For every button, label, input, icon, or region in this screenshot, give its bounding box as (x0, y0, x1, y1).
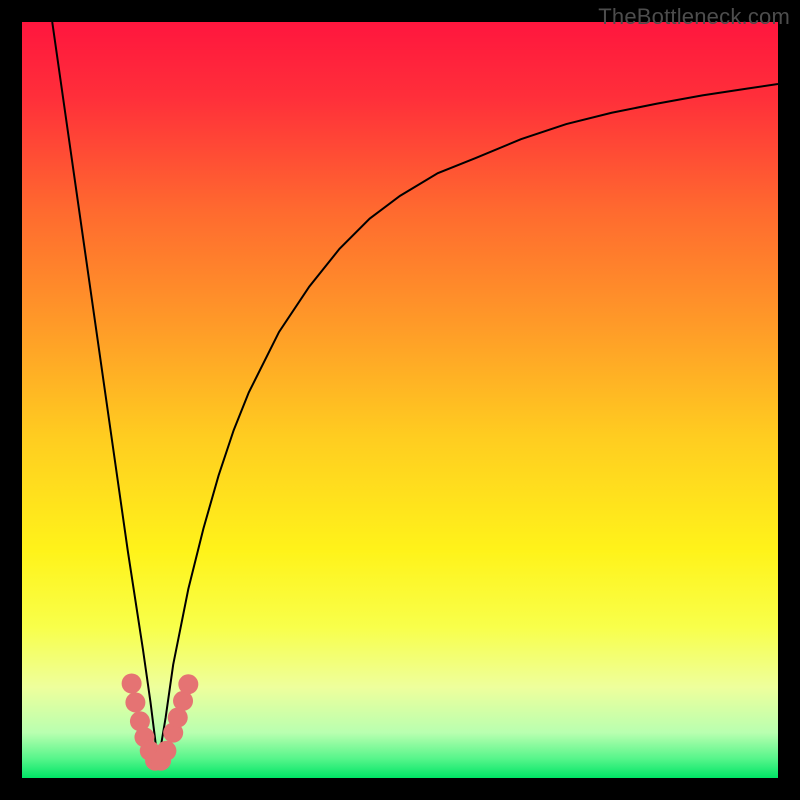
chart-plot-area (22, 22, 778, 778)
watermark-text: TheBottleneck.com (598, 4, 790, 30)
marker-dot (178, 674, 198, 694)
gradient-background (22, 22, 778, 778)
chart-frame: TheBottleneck.com (0, 0, 800, 800)
chart-svg (22, 22, 778, 778)
marker-dot (122, 674, 142, 694)
marker-dot (125, 692, 145, 712)
marker-dot (156, 741, 176, 761)
